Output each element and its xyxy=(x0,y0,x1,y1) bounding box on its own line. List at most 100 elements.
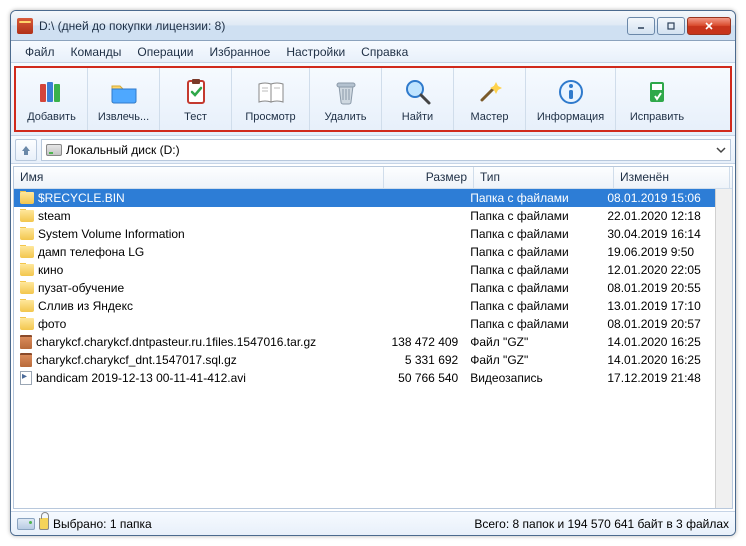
path-label: Локальный диск (D:) xyxy=(66,143,180,157)
maximize-icon xyxy=(666,21,676,31)
books-icon xyxy=(36,76,68,108)
file-name: charykcf.charykcf_dnt.1547017.sql.gz xyxy=(36,353,237,367)
chevron-down-icon xyxy=(716,145,726,155)
file-name: bandicam 2019-12-13 00-11-41-412.avi xyxy=(36,371,246,385)
view-button[interactable]: Просмотр xyxy=(232,68,310,130)
scrollbar[interactable] xyxy=(715,189,732,508)
file-name: System Volume Information xyxy=(38,227,185,241)
find-button[interactable]: Найти xyxy=(382,68,454,130)
magnifier-icon xyxy=(402,76,434,108)
test-label: Тест xyxy=(184,111,207,123)
delete-button[interactable]: Удалить xyxy=(310,68,382,130)
close-button[interactable] xyxy=(687,17,731,35)
drive-status-icon xyxy=(17,518,35,530)
header-name[interactable]: Имя xyxy=(14,167,384,188)
location-bar: Локальный диск (D:) xyxy=(11,136,735,164)
menu-operations[interactable]: Операции xyxy=(129,43,201,61)
file-type: Видеозапись xyxy=(464,371,601,385)
menu-settings[interactable]: Настройки xyxy=(278,43,353,61)
video-icon xyxy=(20,371,32,385)
extract-button[interactable]: Извлечь... xyxy=(88,68,160,130)
add-button[interactable]: Добавить xyxy=(16,68,88,130)
toolbar-container: Добавить Извлечь... Тест Просмотр xyxy=(11,63,735,136)
find-label: Найти xyxy=(402,111,433,123)
minimize-button[interactable] xyxy=(627,17,655,35)
table-row[interactable]: пузат-обучениеПапка с файлами08.01.2019 … xyxy=(14,279,715,297)
table-row[interactable]: Сллив из ЯндексПапка с файлами13.01.2019… xyxy=(14,297,715,315)
folder-icon xyxy=(20,246,34,258)
file-modified: 08.01.2019 20:55 xyxy=(601,281,715,295)
file-type: Папка с файлами xyxy=(464,317,601,331)
toolbar: Добавить Извлечь... Тест Просмотр xyxy=(14,66,732,132)
table-row[interactable]: дамп телефона LG Папка с файлами19.06.201… xyxy=(14,243,715,261)
clipboard-check-icon xyxy=(180,76,212,108)
wizard-button[interactable]: Мастер xyxy=(454,68,526,130)
file-modified: 14.01.2020 16:25 xyxy=(601,335,715,349)
path-dropdown[interactable]: Локальный диск (D:) xyxy=(41,139,731,161)
table-row[interactable]: фото Папка с файлами08.01.2019 20:57 xyxy=(14,315,715,333)
file-name: steam xyxy=(38,209,71,223)
view-label: Просмотр xyxy=(245,111,295,123)
title-bar: D:\ (дней до покупки лицензии: 8) xyxy=(11,11,735,41)
window-controls xyxy=(627,17,731,35)
table-row[interactable]: steamПапка с файлами22.01.2020 12:18 xyxy=(14,207,715,225)
file-modified: 13.01.2019 17:10 xyxy=(601,299,715,313)
table-row[interactable]: $RECYCLE.BINПапка с файлами08.01.2019 15… xyxy=(14,189,715,207)
folder-icon xyxy=(20,282,34,294)
trash-icon xyxy=(330,76,362,108)
up-button[interactable] xyxy=(15,139,37,161)
add-label: Добавить xyxy=(27,111,76,123)
header-size[interactable]: Размер xyxy=(384,167,474,188)
folder-icon xyxy=(20,318,34,330)
archive-icon xyxy=(20,353,32,367)
menu-file[interactable]: Файл xyxy=(17,43,63,61)
status-bar: Выбрано: 1 папка Всего: 8 папок и 194 57… xyxy=(11,511,735,535)
file-list-body[interactable]: $RECYCLE.BINПапка с файлами08.01.2019 15… xyxy=(14,189,715,508)
app-window: D:\ (дней до покупки лицензии: 8) Файл К… xyxy=(10,10,736,536)
status-left: Выбрано: 1 папка xyxy=(17,517,152,531)
info-button[interactable]: Информация xyxy=(526,68,616,130)
file-type: Файл "GZ" xyxy=(464,353,601,367)
header-modified[interactable]: Изменён xyxy=(614,167,730,188)
file-name: фото xyxy=(38,317,66,331)
file-name: кино xyxy=(38,263,63,277)
repair-button[interactable]: Исправить xyxy=(616,68,698,130)
folder-icon xyxy=(20,264,34,276)
file-size: 5 331 692 xyxy=(376,353,464,367)
repair-book-icon xyxy=(641,76,673,108)
file-name: $RECYCLE.BIN xyxy=(38,191,125,205)
app-icon xyxy=(17,18,33,34)
menu-commands[interactable]: Команды xyxy=(63,43,130,61)
file-modified: 14.01.2020 16:25 xyxy=(601,353,715,367)
file-modified: 08.01.2019 20:57 xyxy=(601,317,715,331)
table-row[interactable]: System Volume Information Папка с файлами… xyxy=(14,225,715,243)
file-type: Папка с файлами xyxy=(464,227,601,241)
folder-open-icon xyxy=(108,76,140,108)
file-type: Файл "GZ" xyxy=(464,335,601,349)
file-name: пузат-обучение xyxy=(38,281,124,295)
file-modified: 17.12.2019 21:48 xyxy=(601,371,715,385)
file-type: Папка с файлами xyxy=(464,299,601,313)
file-size: 138 472 409 xyxy=(376,335,464,349)
table-row[interactable]: bandicam 2019-12-13 00-11-41-412.avi50 7… xyxy=(14,369,715,387)
menu-help[interactable]: Справка xyxy=(353,43,416,61)
table-row[interactable]: киноПапка с файлами12.01.2020 22:05 xyxy=(14,261,715,279)
lock-icon xyxy=(39,518,49,530)
test-button[interactable]: Тест xyxy=(160,68,232,130)
maximize-button[interactable] xyxy=(657,17,685,35)
file-modified: 22.01.2020 12:18 xyxy=(601,209,715,223)
minimize-icon xyxy=(636,21,646,31)
column-headers: Имя Размер Тип Изменён xyxy=(14,167,732,189)
file-type: Папка с файлами xyxy=(464,245,601,259)
folder-icon xyxy=(20,192,34,204)
file-name: дамп телефона LG xyxy=(38,245,144,259)
header-type[interactable]: Тип xyxy=(474,167,614,188)
table-row[interactable]: charykcf.charykcf_dnt.1547017.sql.gz 5 33… xyxy=(14,351,715,369)
menu-favorites[interactable]: Избранное xyxy=(202,43,279,61)
extract-label: Извлечь... xyxy=(98,111,149,123)
file-modified: 19.06.2019 9:50 xyxy=(601,245,715,259)
menu-bar: Файл Команды Операции Избранное Настройк… xyxy=(11,41,735,63)
table-row[interactable]: charykcf.charykcf.dntpasteur.ru.1files.1… xyxy=(14,333,715,351)
status-right: Всего: 8 папок и 194 570 641 байт в 3 фа… xyxy=(474,517,729,531)
info-icon xyxy=(555,76,587,108)
